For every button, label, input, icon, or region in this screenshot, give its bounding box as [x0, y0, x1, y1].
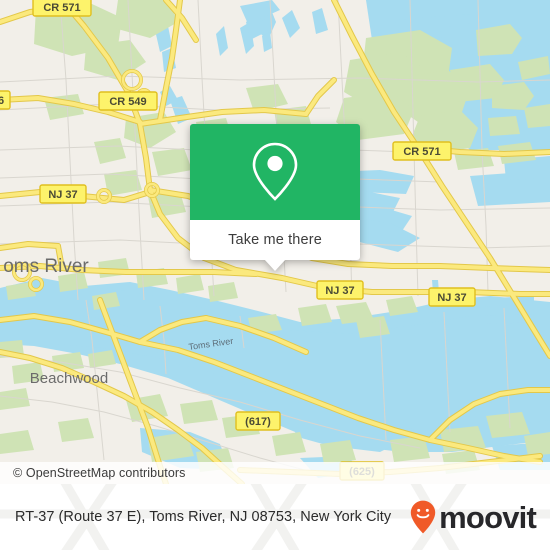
popup-pointer-tail [264, 259, 286, 271]
svg-text:CR 571: CR 571 [43, 2, 80, 14]
map-canvas[interactable]: oms River Beachwood Toms River CR 571 6 [0, 0, 550, 484]
road-shield: CR 549 [98, 91, 158, 111]
road-shield: CR 571 [32, 0, 92, 17]
take-me-there-label: Take me there [228, 232, 322, 248]
footer-bar: RT-37 (Route 37 E), Toms River, NJ 08753… [0, 484, 550, 550]
svg-text:CR 571: CR 571 [403, 146, 440, 158]
svg-text:CR 549: CR 549 [109, 96, 146, 108]
map-attribution[interactable]: © OpenStreetMap contributors [0, 462, 550, 484]
popup-header [190, 124, 360, 220]
location-title: RT-37 (Route 37 E), Toms River, NJ 08753… [15, 509, 392, 525]
moovit-pin-icon [410, 500, 436, 534]
road-shield: (617) [235, 411, 281, 431]
place-label-beachwood: Beachwood [30, 370, 108, 387]
location-pin-icon [250, 141, 300, 203]
moovit-wordmark: moovit [439, 499, 537, 535]
svg-text:NJ 37: NJ 37 [325, 285, 354, 297]
popup-footer[interactable]: Take me there [190, 220, 360, 271]
road-shield: CR 571 [392, 141, 452, 161]
location-popup-card[interactable]: Take me there [190, 124, 360, 271]
svg-text:NJ 37: NJ 37 [437, 292, 466, 304]
svg-text:(617): (617) [245, 416, 271, 428]
place-label-toms-river: oms River [3, 256, 89, 277]
svg-text:NJ 37: NJ 37 [48, 189, 77, 201]
road-shield: NJ 37 [316, 280, 364, 300]
road-shield: NJ 37 [428, 287, 476, 307]
road-shield: 6 [0, 90, 11, 110]
moovit-brand[interactable]: moovit [410, 499, 537, 535]
road-shield: NJ 37 [39, 184, 87, 204]
svg-text:6: 6 [0, 95, 4, 107]
map-screenshot-root: oms River Beachwood Toms River CR 571 6 [0, 0, 550, 550]
